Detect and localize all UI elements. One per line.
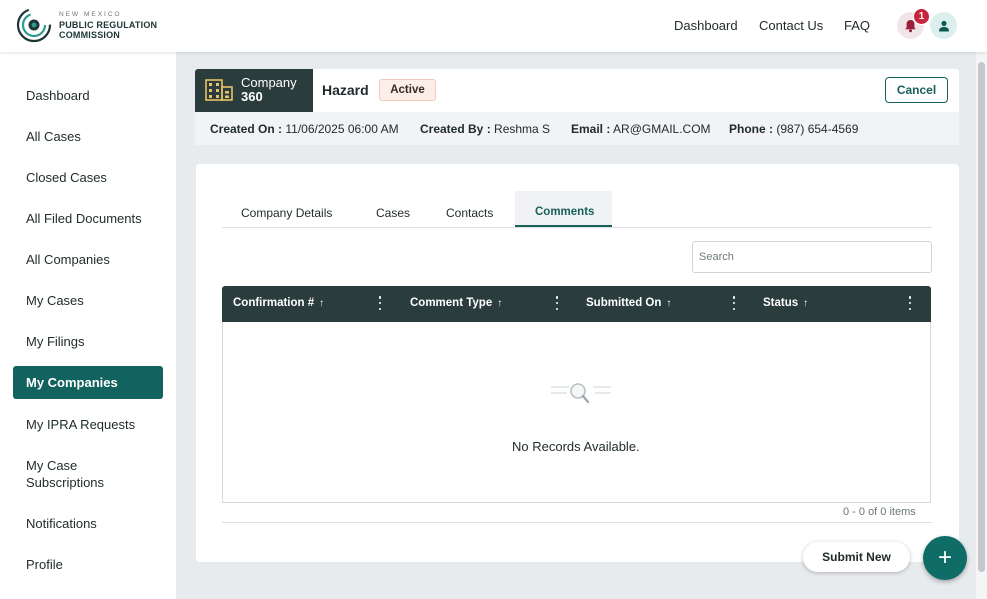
email-label: Email : — [571, 122, 611, 136]
no-records-icon — [551, 383, 611, 404]
logo-icon — [16, 7, 52, 43]
tab-company-details[interactable]: Company Details — [241, 206, 332, 220]
sidebar-item-closed-cases[interactable]: Closed Cases — [26, 169, 107, 186]
column-header-confirmation[interactable]: Confirmation # ↑ — [233, 297, 324, 309]
logo[interactable]: NEW MEXICO PUBLIC REGULATION COMMISSION — [16, 7, 157, 43]
submit-new-button[interactable]: Submit New — [803, 542, 910, 572]
sidebar-item-all-filed-documents[interactable]: All Filed Documents — [26, 210, 142, 227]
created-on-value: 11/06/2025 06:00 AM — [285, 122, 399, 136]
sidebar-item-dashboard[interactable]: Dashboard — [26, 87, 90, 104]
pager-info: 0 - 0 of 0 items — [843, 506, 916, 518]
tab-contacts[interactable]: Contacts — [446, 206, 493, 220]
building-icon — [205, 79, 233, 101]
nav-contact-us[interactable]: Contact Us — [759, 18, 823, 33]
sidebar-item-my-cases[interactable]: My Cases — [26, 292, 84, 309]
sidebar-item-all-companies[interactable]: All Companies — [26, 251, 110, 268]
nav-dashboard[interactable]: Dashboard — [674, 18, 738, 33]
add-fab-button[interactable]: + — [923, 536, 967, 580]
created-on: Created On : 11/06/2025 06:00 AM — [210, 122, 399, 136]
empty-state-message: No Records Available. — [512, 439, 640, 454]
plus-icon: + — [937, 544, 952, 571]
created-on-label: Created On : — [210, 122, 283, 136]
company-badge-number: 360 — [241, 89, 263, 104]
user-icon — [938, 20, 949, 31]
logo-text-line2: PUBLIC REGULATION — [59, 20, 158, 30]
sidebar-item-my-filings[interactable]: My Filings — [26, 333, 85, 350]
sidebar-item-label: Subscriptions — [26, 475, 105, 490]
sidebar-item-my-ipra-requests[interactable]: My IPRA Requests — [26, 416, 135, 433]
nav-faq[interactable]: FAQ — [844, 18, 870, 33]
sidebar-item-my-case-subscriptions[interactable]: My Case Subscriptions — [26, 457, 104, 491]
tab-comments-label: Comments — [535, 206, 595, 218]
grid-header — [222, 286, 931, 322]
tab-cases[interactable]: Cases — [376, 206, 410, 220]
created-by-value: Reshma S — [494, 122, 551, 136]
column-header-comment-type[interactable]: Comment Type ↑ — [410, 297, 502, 309]
grid-body — [222, 322, 931, 503]
column-header-status[interactable]: Status ↑ — [763, 297, 808, 309]
column-header-label: Status — [763, 297, 799, 309]
sort-arrow-icon: ↑ — [803, 298, 809, 309]
sidebar-item-all-cases[interactable]: All Cases — [26, 128, 81, 145]
column-menu-icon[interactable] — [731, 296, 737, 310]
sidebar-item-profile[interactable]: Profile — [26, 556, 63, 573]
company-badge-label: Company — [241, 75, 297, 90]
scrollbar-thumb[interactable] — [978, 62, 985, 572]
column-header-label: Confirmation # — [233, 297, 315, 309]
status-badge: Active — [379, 79, 436, 101]
company-name: Hazard — [322, 82, 369, 98]
column-header-submitted-on[interactable]: Submitted On ↑ — [586, 297, 671, 309]
column-header-label: Submitted On — [586, 297, 662, 309]
column-menu-icon[interactable] — [907, 296, 913, 310]
email: Email : AR@GMAIL.COM — [571, 122, 711, 136]
column-header-label: Comment Type — [410, 297, 493, 309]
sort-arrow-icon: ↑ — [497, 298, 503, 309]
sidebar-item-notifications[interactable]: Notifications — [26, 515, 97, 532]
tabs-divider — [222, 227, 932, 228]
phone-value: (987) 654-4569 — [776, 122, 859, 136]
pager-divider — [222, 522, 932, 523]
search-input[interactable] — [692, 241, 932, 273]
logo-text-line3: COMMISSION — [59, 30, 121, 40]
notification-count-badge: 1 — [913, 8, 930, 25]
sidebar-item-label: My Companies — [26, 375, 118, 390]
sort-arrow-icon: ↑ — [666, 298, 672, 309]
created-by: Created By : Reshma S — [420, 122, 550, 136]
phone: Phone : (987) 654-4569 — [729, 122, 858, 136]
phone-label: Phone : — [729, 122, 773, 136]
sort-arrow-icon: ↑ — [319, 298, 325, 309]
created-by-label: Created By : — [420, 122, 491, 136]
logo-text-line1: NEW MEXICO — [59, 11, 122, 18]
cancel-button[interactable]: Cancel — [885, 77, 948, 103]
sidebar-item-label: My Case — [26, 458, 78, 473]
email-value: AR@GMAIL.COM — [613, 122, 711, 136]
column-menu-icon[interactable] — [377, 296, 383, 310]
column-menu-icon[interactable] — [554, 296, 560, 310]
user-menu-button[interactable] — [930, 12, 957, 39]
